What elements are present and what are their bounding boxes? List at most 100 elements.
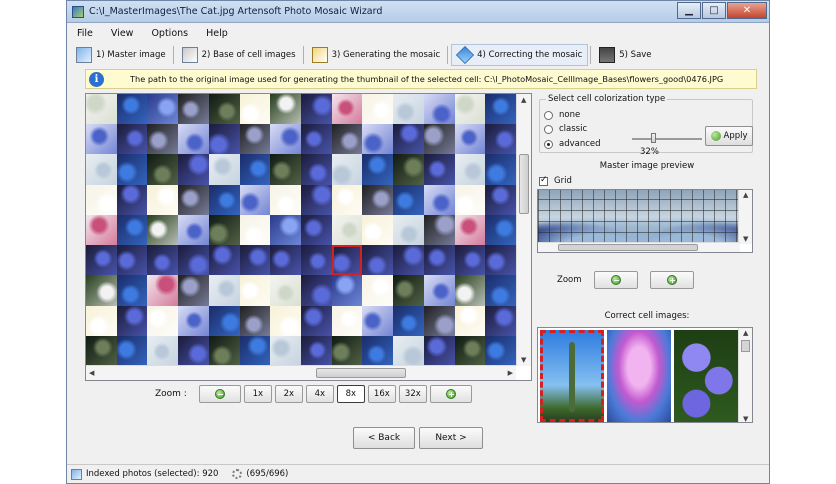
radio-indicator[interactable]	[544, 124, 553, 134]
mosaic-cell[interactable]	[485, 94, 516, 125]
mosaic-cell[interactable]	[208, 154, 240, 185]
mosaic-cell[interactable]	[270, 275, 301, 306]
scroll-thumb[interactable]	[519, 154, 529, 214]
mosaic-cell[interactable]	[331, 154, 363, 185]
mosaic-cell[interactable]	[454, 335, 486, 366]
mosaic-cell[interactable]	[331, 335, 363, 366]
mosaic-cell[interactable]	[116, 245, 148, 276]
mosaic-cell[interactable]	[423, 94, 455, 125]
mosaic-cell[interactable]	[208, 94, 240, 125]
mosaic-cell[interactable]	[239, 184, 271, 215]
candidate-image[interactable]	[674, 330, 738, 422]
preview-zoom-in-button[interactable]	[649, 271, 694, 289]
mosaic-cell[interactable]	[393, 94, 424, 125]
mosaic-grid[interactable]	[86, 94, 516, 366]
mosaic-cell[interactable]	[178, 335, 209, 366]
scroll-down-icon[interactable]: ▼	[743, 415, 748, 422]
maximize-button[interactable]: □	[702, 2, 726, 19]
mosaic-cell[interactable]	[270, 124, 301, 155]
zoom-in-button[interactable]	[429, 385, 472, 403]
mosaic-cell[interactable]	[393, 335, 424, 366]
step-cell-base[interactable]: 2) Base of cell images	[177, 44, 301, 66]
mosaic-cell[interactable]	[454, 214, 486, 246]
mosaic-cell[interactable]	[485, 184, 516, 215]
mosaic-cell[interactable]	[331, 94, 363, 125]
mosaic-cell[interactable]	[239, 124, 271, 155]
master-preview[interactable]: ▲ ▼	[537, 189, 753, 253]
mosaic-cell[interactable]	[300, 245, 332, 276]
apply-button[interactable]: Apply	[705, 126, 753, 146]
mosaic-cell[interactable]	[208, 124, 240, 155]
mosaic-cell[interactable]	[239, 214, 271, 246]
next-button[interactable]: Next >	[419, 427, 483, 449]
scroll-left-icon[interactable]: ◀	[89, 369, 94, 377]
mosaic-cell[interactable]	[270, 305, 301, 336]
mosaic-cell[interactable]	[270, 214, 301, 246]
mosaic-cell[interactable]	[116, 214, 148, 246]
mosaic-cell[interactable]	[454, 275, 486, 306]
step-generating[interactable]: 3) Generating the mosaic	[307, 44, 446, 66]
scroll-right-icon[interactable]: ▶	[508, 369, 513, 377]
mosaic-cell[interactable]	[178, 154, 209, 185]
mosaic-cell[interactable]	[147, 275, 179, 306]
vertical-scrollbar[interactable]: ▲ ▼	[516, 94, 531, 366]
minimize-button[interactable]: ▁	[677, 2, 701, 19]
mosaic-cell[interactable]	[239, 275, 271, 306]
menu-view[interactable]: View	[111, 28, 134, 39]
mosaic-cell[interactable]	[86, 214, 117, 246]
mosaic-cell[interactable]	[300, 124, 332, 155]
mosaic-cell[interactable]	[178, 124, 209, 155]
mosaic-cell[interactable]	[454, 245, 486, 276]
mosaic-cell[interactable]	[362, 335, 394, 366]
candidates-scrollbar[interactable]: ▲ ▼	[738, 328, 752, 422]
mosaic-cell[interactable]	[270, 245, 301, 276]
radio-indicator[interactable]	[544, 139, 553, 149]
mosaic-cell[interactable]	[362, 245, 394, 276]
mosaic-cell[interactable]	[362, 94, 394, 125]
mosaic-cell[interactable]	[86, 184, 117, 215]
correct-cell-images[interactable]: ▲ ▼	[537, 327, 753, 423]
mosaic-cell[interactable]	[393, 275, 424, 306]
mosaic-cell[interactable]	[270, 154, 301, 185]
scroll-thumb[interactable]	[316, 368, 406, 378]
preview-vertical-scrollbar[interactable]: ▲ ▼	[738, 190, 752, 244]
mosaic-cell[interactable]	[270, 335, 301, 366]
mosaic-cell[interactable]	[178, 184, 209, 215]
mosaic-cell[interactable]	[454, 94, 486, 125]
mosaic-cell[interactable]	[300, 275, 332, 306]
mosaic-cell[interactable]	[362, 275, 394, 306]
mosaic-cell[interactable]	[485, 335, 516, 366]
scroll-up-icon[interactable]: ▲	[743, 191, 748, 199]
mosaic-cell[interactable]	[86, 335, 117, 366]
checkbox-indicator[interactable]	[539, 175, 548, 186]
mosaic-cell[interactable]	[362, 184, 394, 215]
mosaic-cell[interactable]	[116, 124, 148, 155]
mosaic-cell[interactable]	[116, 335, 148, 366]
mosaic-cell[interactable]	[423, 154, 455, 185]
mosaic-cell[interactable]	[270, 184, 301, 215]
scroll-down-icon[interactable]: ▼	[521, 356, 526, 364]
candidate-image[interactable]	[607, 330, 671, 422]
mosaic-cell[interactable]	[393, 184, 424, 215]
mosaic-cell[interactable]	[362, 124, 394, 155]
mosaic-cell[interactable]	[485, 214, 516, 246]
mosaic-cell[interactable]	[208, 214, 240, 246]
back-button[interactable]: < Back	[353, 427, 415, 449]
mosaic-cell[interactable]	[116, 154, 148, 185]
mosaic-cell[interactable]	[147, 124, 179, 155]
mosaic-cell[interactable]	[423, 124, 455, 155]
mosaic-cell[interactable]	[239, 305, 271, 336]
mosaic-cell[interactable]	[86, 245, 117, 276]
scroll-thumb[interactable]	[741, 340, 750, 352]
mosaic-cell[interactable]	[300, 214, 332, 246]
mosaic-cell[interactable]	[393, 214, 424, 246]
mosaic-cell[interactable]	[86, 94, 117, 125]
mosaic-cell[interactable]	[485, 305, 516, 336]
mosaic-cell[interactable]	[147, 305, 179, 336]
radio-advanced[interactable]: advanced	[544, 139, 601, 149]
menu-options[interactable]: Options	[151, 28, 188, 39]
mosaic-cell[interactable]	[116, 184, 148, 215]
zoom-32x-button[interactable]: 32x	[398, 385, 427, 403]
mosaic-cell[interactable]	[147, 335, 179, 366]
mosaic-cell[interactable]	[362, 305, 394, 336]
